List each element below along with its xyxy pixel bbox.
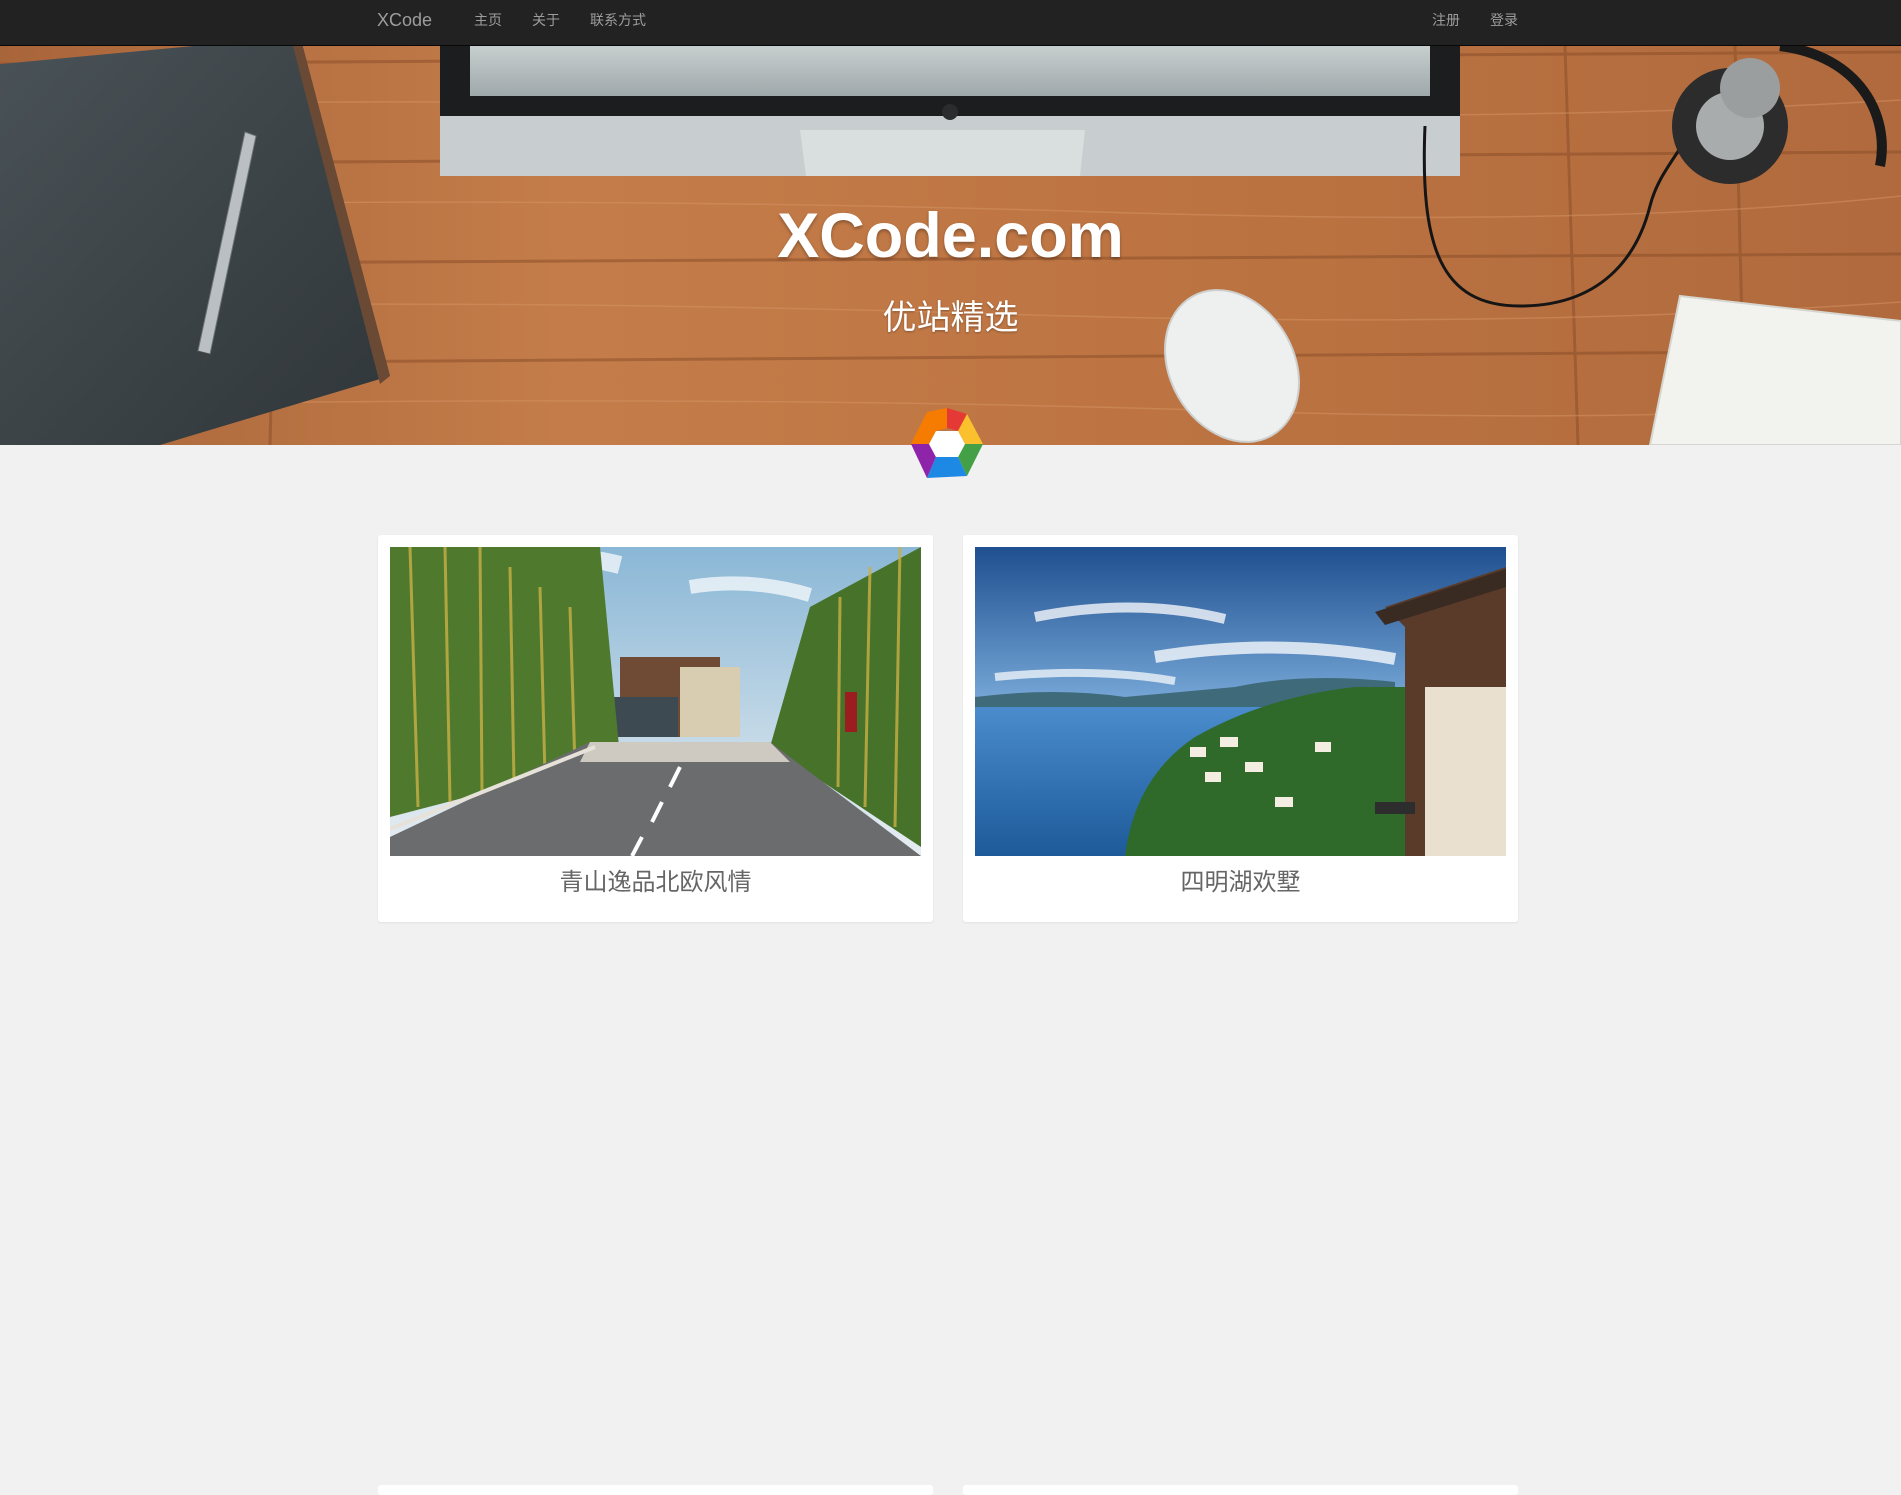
nav-about[interactable]: 关于: [517, 0, 575, 40]
site-card-partial[interactable]: [378, 1485, 933, 1495]
card-title[interactable]: 青山逸品北欧风情: [390, 856, 921, 910]
nav-contact[interactable]: 联系方式: [575, 0, 661, 40]
nav-home[interactable]: 主页: [459, 0, 517, 40]
hero-banner: XCode.com 优站精选: [0, 46, 1901, 445]
account-nav: 注册 登录: [1417, 0, 1533, 46]
brand-link[interactable]: XCode: [377, 0, 432, 46]
navbar-container: XCode 主页 关于 联系方式 注册 登录: [363, 0, 1533, 46]
bamboo-road-photo[interactable]: [390, 547, 921, 856]
nav-login[interactable]: 登录: [1475, 0, 1533, 40]
hexagon-logo-icon: [911, 408, 983, 478]
site-card[interactable]: 青山逸品北欧风情: [378, 535, 933, 922]
top-navbar: XCode 主页 关于 联系方式 注册 登录: [0, 0, 1901, 46]
site-card[interactable]: 四明湖欢墅: [963, 535, 1518, 922]
hero-subtitle: 优站精选: [882, 299, 1019, 337]
card-title[interactable]: 四明湖欢墅: [975, 856, 1506, 910]
site-card-partial[interactable]: [963, 1485, 1518, 1495]
main-nav: 主页 关于 联系方式: [459, 0, 661, 46]
nav-register[interactable]: 注册: [1417, 0, 1475, 40]
lake-villa-photo[interactable]: [975, 547, 1506, 856]
hero-title: XCode.com: [777, 201, 1124, 271]
